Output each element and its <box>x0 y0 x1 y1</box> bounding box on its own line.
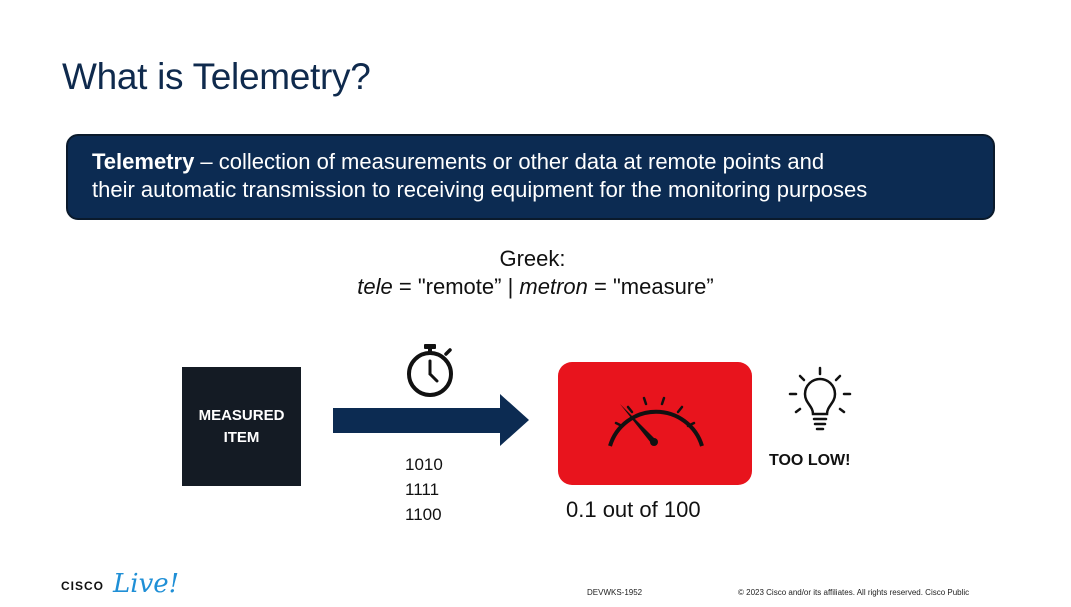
gauge-box <box>558 362 752 485</box>
logo-live-text: Live! <box>112 569 179 599</box>
lightbulb-icon <box>788 366 852 431</box>
metron-word: metron <box>519 274 588 299</box>
gauge-icon <box>608 396 704 447</box>
gauge-reading: 0.1 out of 100 <box>566 497 701 522</box>
stopwatch-icon <box>407 344 453 397</box>
binary-line: 1010 <box>405 455 443 474</box>
metron-meaning: = "measure” <box>587 274 714 299</box>
copyright-notice: © 2023 Cisco and/or its affiliates. All … <box>738 588 970 597</box>
definition-box: Telemetry – collection of measurements o… <box>66 134 995 220</box>
logo-cisco-text: CISCO <box>61 579 104 593</box>
transmission-arrow <box>333 394 529 446</box>
status-label: TOO LOW! <box>769 452 851 469</box>
binary-line: 1111 <box>405 480 440 499</box>
cisco-live-logo: CISCO Live! <box>61 569 179 599</box>
binary-line: 1100 <box>405 505 442 524</box>
definition-text-1: – collection of measurements or other da… <box>194 149 825 174</box>
tele-meaning: = "remote” | <box>392 274 520 299</box>
definition-line-1: Telemetry – collection of measurements o… <box>92 148 971 176</box>
binary-data: 1010 1111 1100 <box>405 452 443 527</box>
definition-term: Telemetry <box>92 149 195 174</box>
definition-line-2: their automatic transmission to receivin… <box>92 177 868 202</box>
measured-item-box: MEASURED ITEM <box>182 367 301 486</box>
slide-title: What is Telemetry? <box>62 56 371 97</box>
greek-heading: Greek: <box>499 246 566 271</box>
session-code: DEVWKS-1952 <box>587 588 643 597</box>
greek-etymology: tele = "remote” | metron = "measure” <box>0 274 1071 300</box>
tele-word: tele <box>357 274 393 299</box>
measured-item-label-1: MEASURED <box>198 406 285 424</box>
measured-item-label-2: ITEM <box>223 428 260 446</box>
